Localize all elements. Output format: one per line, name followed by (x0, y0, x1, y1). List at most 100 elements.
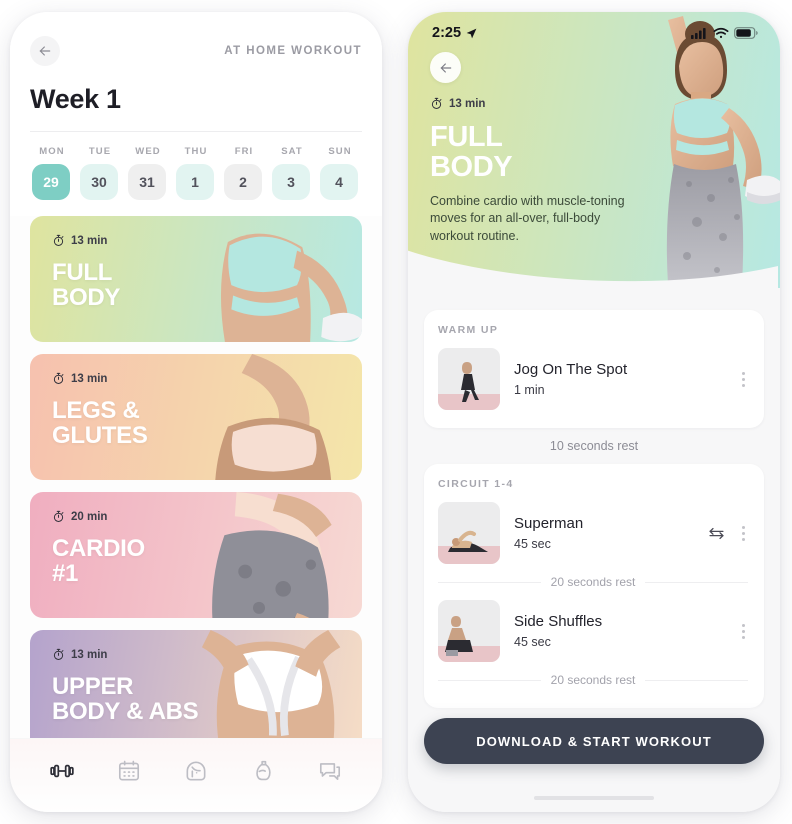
day-chip-sat[interactable]: SAT 3 (272, 146, 312, 200)
workout-duration-label: 13 min (71, 234, 108, 247)
workout-duration-label: 13 min (71, 648, 108, 661)
workout-name: FULL BODY (52, 259, 121, 312)
exercise-thumbnail-image (438, 348, 500, 410)
calendar-icon (118, 760, 139, 780)
exercise-duration: 45 sec (514, 635, 551, 649)
exercise-thumbnail[interactable] (438, 600, 500, 662)
exercise-thumbnail-image (438, 502, 500, 564)
bottom-tab-bar (10, 738, 382, 812)
exercise-actions (708, 522, 748, 545)
hero-description: Combine cardio with muscle-toning moves … (430, 193, 625, 244)
day-chip-mon[interactable]: MON 29 (32, 146, 72, 200)
exercise-menu-button[interactable] (739, 620, 748, 643)
exercise-name: Side Shuffles (514, 613, 603, 630)
tab-community[interactable] (176, 754, 216, 788)
rest-label: 20 seconds rest (550, 575, 636, 589)
rest-line-left (438, 679, 541, 681)
day-number: 3 (272, 164, 310, 200)
hero-duration-label: 13 min (449, 97, 486, 110)
workout-card[interactable]: 13 min FULL BODY (30, 216, 362, 342)
workout-name: LEGS & GLUTES (52, 397, 148, 450)
status-bar: 2:25 (408, 12, 780, 42)
chat-bubble-icon (320, 762, 341, 780)
water-bottle-icon (256, 760, 271, 780)
workout-card-text: 13 min LEGS & GLUTES (30, 354, 362, 449)
exercise-info: Superman 45 sec (514, 515, 694, 551)
tab-messages[interactable] (310, 754, 350, 788)
day-weekday-label: SAT (281, 146, 303, 157)
exercise-name: Jog On The Spot (514, 361, 628, 378)
tab-workouts[interactable] (42, 754, 82, 788)
day-weekday-label: WED (135, 146, 161, 157)
left-topbar: AT HOME WORKOUT (30, 34, 362, 68)
rest-line-left (438, 581, 541, 583)
screenshot-stage: AT HOME WORKOUT Week 1 MON 29 TUE 30 WED 3… (0, 0, 792, 824)
exercise-actions (739, 620, 748, 643)
hero-title: FULL BODY (430, 121, 513, 183)
day-chip-fri[interactable]: FRI 2 (224, 146, 264, 200)
exercise-row[interactable]: Superman 45 sec (438, 498, 748, 568)
day-number: 2 (224, 164, 262, 200)
swap-arrows-icon (709, 527, 724, 539)
dumbbell-icon (49, 764, 74, 777)
back-button[interactable] (430, 52, 461, 83)
home-indicator (534, 796, 654, 800)
rest-divider: 20 seconds rest (438, 666, 748, 694)
page-title: AT HOME WORKOUT (224, 45, 362, 57)
day-selector: MON 29 TUE 30 WED 31 THU 1 FRI 2 SAT 3 SUN 4 (30, 132, 362, 216)
hero-duration: 13 min (430, 97, 628, 110)
day-weekday-label: FRI (234, 146, 254, 157)
exercise-menu-button[interactable] (739, 368, 748, 391)
workout-duration: 13 min (52, 372, 362, 385)
workout-section-panel: WARM UP Jog On The Spot 1 min (424, 310, 764, 428)
day-chip-sun[interactable]: SUN 4 (320, 146, 360, 200)
exercise-panel-area: WARM UP Jog On The Spot 1 min 10 seconds… (408, 288, 780, 812)
workout-name: UPPER BODY & ABS (52, 673, 199, 726)
workout-sections: WARM UP Jog On The Spot 1 min 10 seconds… (424, 310, 764, 708)
section-label: CIRCUIT 1-4 (438, 478, 514, 490)
exercise-duration: 45 sec (514, 537, 551, 551)
workout-card[interactable]: 20 min CARDIO #1 (30, 492, 362, 618)
hero-curve-mask (408, 250, 778, 292)
day-chip-thu[interactable]: THU 1 (176, 146, 216, 200)
workout-card[interactable]: 13 min LEGS & GLUTES (30, 354, 362, 480)
download-start-workout-button[interactable]: DOWNLOAD & START WORKOUT (424, 718, 764, 764)
exercise-duration: 1 min (514, 383, 545, 397)
swap-exercise-button[interactable] (708, 525, 725, 542)
workout-duration-label: 13 min (71, 372, 108, 385)
day-weekday-label: TUE (88, 146, 112, 157)
workout-duration: 13 min (52, 648, 362, 661)
exercise-info: Jog On The Spot 1 min (514, 361, 725, 397)
day-number: 31 (128, 164, 166, 200)
arrow-left-icon (440, 62, 451, 73)
exercise-row[interactable]: Side Shuffles 45 sec (438, 596, 748, 666)
back-button[interactable] (30, 36, 60, 66)
exercise-menu-button[interactable] (739, 522, 748, 545)
day-number: 30 (80, 164, 118, 200)
between-sections-rest: 10 seconds rest (549, 439, 639, 453)
left-phone-workout-list: AT HOME WORKOUT Week 1 MON 29 TUE 30 WED 3… (10, 12, 382, 812)
stopwatch-icon (53, 510, 64, 522)
cellular-bars-icon (691, 28, 706, 39)
workout-section-panel: CIRCUIT 1-4 Superman 45 sec 20 seconds r… (424, 464, 764, 708)
day-chip-wed[interactable]: WED 31 (128, 146, 168, 200)
arrow-left-icon (39, 46, 51, 56)
stopwatch-icon (53, 234, 64, 246)
right-phone-workout-detail: 2:25 13 min FULL BODY Combine cardio wit… (408, 12, 780, 812)
tab-nutrition[interactable] (243, 754, 283, 788)
day-number: 1 (176, 164, 214, 200)
exercise-row[interactable]: Jog On The Spot 1 min (438, 344, 748, 414)
day-number: 4 (320, 164, 358, 200)
stopwatch-icon (431, 97, 442, 109)
exercise-thumbnail[interactable] (438, 348, 500, 410)
battery-icon (734, 27, 758, 39)
exercise-thumbnail-image (438, 600, 500, 662)
day-weekday-label: THU (184, 146, 208, 157)
day-chip-tue[interactable]: TUE 30 (80, 146, 120, 200)
tab-planner[interactable] (109, 754, 149, 788)
workout-card-text: 20 min CARDIO #1 (30, 492, 362, 587)
location-arrow-icon (466, 28, 477, 38)
exercise-thumbnail[interactable] (438, 502, 500, 564)
wifi-icon (713, 27, 729, 38)
rest-divider: 20 seconds rest (438, 568, 748, 596)
